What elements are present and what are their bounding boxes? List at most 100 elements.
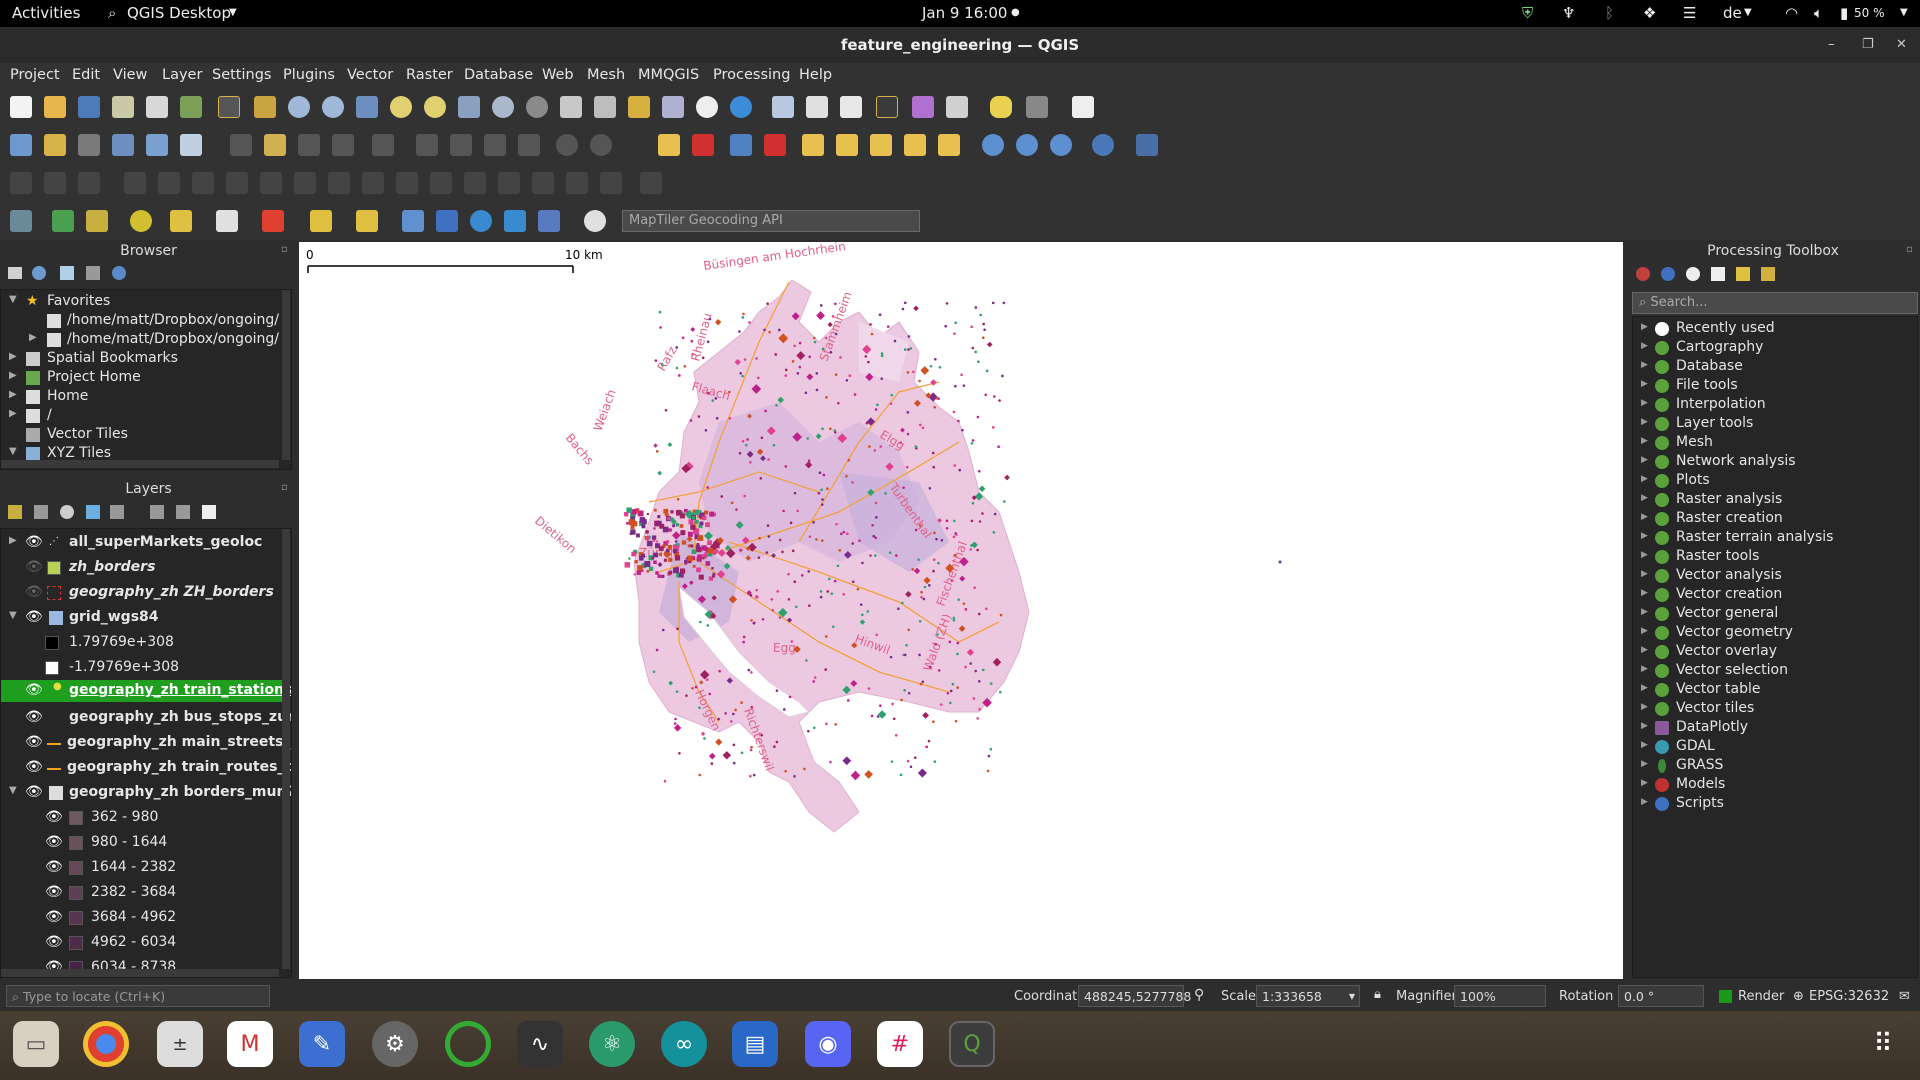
expand-arrow-icon[interactable]: ▶ <box>1641 550 1648 560</box>
gear-icon[interactable] <box>584 210 606 232</box>
move-feature-icon[interactable] <box>78 172 100 194</box>
layer-row-selected[interactable]: 👁︎ ● geography_zh train_stations_c <box>1 680 291 702</box>
open-styling-icon[interactable] <box>8 505 22 519</box>
measure-line-icon[interactable] <box>946 96 968 118</box>
expand-arrow-icon[interactable]: ▼ <box>9 610 17 621</box>
zoom-full-icon[interactable] <box>356 96 378 118</box>
annotation-icon[interactable] <box>1026 96 1048 118</box>
copy-features-icon[interactable] <box>484 134 506 156</box>
render-checkbox[interactable] <box>1719 990 1732 1003</box>
processing-item[interactable]: ▶ Vector tiles <box>1633 700 1913 719</box>
processing-item[interactable]: ▶ Plots <box>1633 472 1913 491</box>
dropbox-icon[interactable]: ❖ <box>1643 4 1656 22</box>
expand-arrow-icon[interactable]: ▶ <box>1641 797 1648 807</box>
menu-mesh[interactable]: Mesh <box>587 67 625 83</box>
browser-item-vector-tiles[interactable]: Vector Tiles <box>1 426 281 445</box>
processing-item[interactable]: ▶ Interpolation <box>1633 396 1913 415</box>
expand-arrow-icon[interactable]: ▶ <box>1641 341 1648 351</box>
deselect-icon[interactable] <box>262 210 284 232</box>
calculator-icon[interactable]: ± <box>157 1021 203 1067</box>
label-pin-icon[interactable] <box>692 134 714 156</box>
expand-arrow-icon[interactable]: ▶ <box>1641 531 1648 541</box>
eye-icon[interactable]: 👁︎ <box>25 784 43 800</box>
processing-item[interactable]: ▶ Vector overlay <box>1633 643 1913 662</box>
layers-tree[interactable]: ▶ 👁︎ ⋰ all_superMarkets_geoloc 👁︎ zh_bor… <box>0 528 292 978</box>
close-icon[interactable]: ✕ <box>1896 27 1907 63</box>
expand-arrow-icon[interactable]: ▶ <box>1641 607 1648 617</box>
add-group-icon[interactable] <box>34 505 48 519</box>
undo-icon[interactable] <box>556 134 578 156</box>
processing-item[interactable]: ▶ Vector general <box>1633 605 1913 624</box>
menu-processing[interactable]: Processing <box>713 67 790 83</box>
select-location-icon[interactable] <box>310 210 332 232</box>
collapse-all-icon[interactable] <box>86 266 100 280</box>
delete-selected-icon[interactable] <box>416 134 438 156</box>
zoom-last-icon[interactable] <box>492 96 514 118</box>
add-feature-icon[interactable] <box>298 134 320 156</box>
expand-arrow-icon[interactable]: ▶ <box>1641 379 1648 389</box>
processing-item[interactable]: ▶ Mesh <box>1633 434 1913 453</box>
menu-help[interactable]: Help <box>799 67 832 83</box>
browser-item-favorites[interactable]: ▼ ★ Favorites <box>1 293 281 312</box>
minimize-icon[interactable]: – <box>1828 27 1835 63</box>
eye-icon[interactable]: 👁︎ <box>45 834 63 850</box>
legend-item[interactable]: 👁︎ 1644 - 2382 <box>1 859 281 878</box>
plugin-bird-icon[interactable] <box>504 210 526 232</box>
window-titlebar[interactable]: feature_engineering — QGIS – ❐ ✕ <box>0 27 1920 63</box>
system-monitor-icon[interactable]: ∿ <box>517 1021 563 1067</box>
info-icon[interactable] <box>112 266 126 280</box>
reverse-line-icon[interactable] <box>600 172 622 194</box>
lock-icon[interactable]: 🔒︎ <box>1374 987 1381 1002</box>
shield-icon[interactable]: ⛨ <box>1522 4 1533 22</box>
wfs-layer-icon[interactable] <box>1050 134 1072 156</box>
advanced-digitize-icon[interactable] <box>10 172 32 194</box>
new-layer-icon[interactable] <box>44 134 66 156</box>
plugin-dollar-icon[interactable] <box>130 210 152 232</box>
atom-icon[interactable]: ⚛ <box>589 1021 635 1067</box>
new-3d-view-icon[interactable] <box>594 96 616 118</box>
expand-arrow-icon[interactable]: ▶ <box>1641 759 1648 769</box>
scale-combobox[interactable]: 1:333658 ▼ <box>1256 985 1360 1007</box>
save-edits-icon[interactable] <box>146 134 168 156</box>
add-layers-icon[interactable] <box>8 267 22 279</box>
eye-icon[interactable]: 👁︎ <box>25 709 43 725</box>
statistical-summary-icon[interactable] <box>912 96 934 118</box>
processing-item[interactable]: ▶ Network analysis <box>1633 453 1913 472</box>
menu-plugins[interactable]: Plugins <box>283 67 335 83</box>
merge-attributes-icon[interactable] <box>498 172 520 194</box>
label-rotate-icon[interactable] <box>904 134 926 156</box>
split-features-icon[interactable] <box>396 172 418 194</box>
eye-hidden-icon[interactable]: 👁︎ <box>25 584 43 600</box>
select-features-icon[interactable] <box>170 210 192 232</box>
processing-item[interactable]: ▶ Recently used <box>1633 320 1913 339</box>
layer-row[interactable]: ▶ 👁︎ ⋰ all_superMarkets_geoloc <box>1 534 281 553</box>
legend-item[interactable]: 👁︎ 3684 - 4962 <box>1 909 281 928</box>
expand-arrow-icon[interactable]: ▶ <box>1641 417 1648 427</box>
horizontal-scrollbar[interactable] <box>1 460 279 468</box>
eye-icon[interactable]: 👁︎ <box>25 734 43 750</box>
layer-row[interactable]: 👁︎ zh_borders <box>1 559 281 578</box>
reshape-icon[interactable] <box>328 172 350 194</box>
expand-arrow-icon[interactable]: ▶ <box>1641 474 1648 484</box>
geocoding-search-input[interactable]: MapTiler Geocoding API <box>622 210 920 232</box>
undock-icon[interactable]: ▫ <box>281 244 288 255</box>
expand-arrow-icon[interactable]: ▶ <box>1641 455 1648 465</box>
rotate-feature-icon[interactable] <box>44 172 66 194</box>
processing-item[interactable]: ▶ DataPlotly <box>1633 719 1913 738</box>
new-print-layout-icon[interactable] <box>112 96 134 118</box>
scripts-icon[interactable] <box>1661 267 1675 281</box>
expand-arrow-icon[interactable]: ▶ <box>9 370 17 381</box>
expand-arrow-icon[interactable]: ▶ <box>1641 493 1648 503</box>
plugin-feather-icon[interactable] <box>538 210 560 232</box>
attribute-table-icon[interactable] <box>806 96 828 118</box>
expand-arrow-icon[interactable]: ▶ <box>1641 683 1648 693</box>
results-viewer-icon[interactable] <box>1711 267 1725 281</box>
expand-arrow-icon[interactable]: ▶ <box>9 389 17 400</box>
label-diagram-icon[interactable] <box>730 134 752 156</box>
legend-item[interactable]: 👁︎ 4962 - 6034 <box>1 934 281 953</box>
slack-icon[interactable]: # <box>877 1021 923 1067</box>
remove-layer-icon[interactable] <box>202 505 216 519</box>
offset-symbols-icon[interactable] <box>566 172 588 194</box>
expand-arrow-icon[interactable]: ▶ <box>9 408 17 419</box>
expand-arrow-icon[interactable]: ▶ <box>1641 360 1648 370</box>
